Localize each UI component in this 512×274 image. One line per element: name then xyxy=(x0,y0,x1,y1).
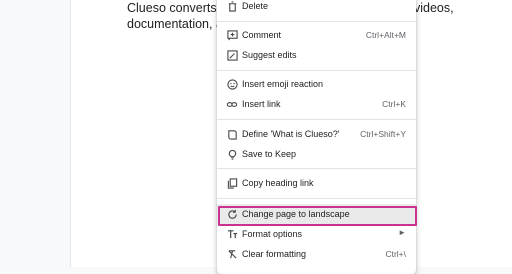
shortcut-label: Ctrl+Shift+Y xyxy=(360,129,406,139)
menu-item-define[interactable]: Define 'What is Clueso?' Ctrl+Shift+Y xyxy=(217,124,416,144)
clear-format-icon xyxy=(226,248,238,260)
menu-item-label: Delete xyxy=(242,1,269,11)
menu-item-label: Comment xyxy=(242,30,282,40)
shortcut-label: Ctrl+K xyxy=(382,99,406,109)
menu-item-save-to-keep[interactable]: Save to Keep xyxy=(217,144,416,164)
highlight-annotation xyxy=(218,206,417,226)
lightbulb-icon xyxy=(226,148,238,160)
link-icon xyxy=(226,98,238,110)
menu-separator xyxy=(217,198,416,199)
menu-item-copy-heading-link[interactable]: Copy heading link xyxy=(217,173,416,193)
menu-separator xyxy=(217,21,416,22)
shortcut-label: Ctrl+Alt+M xyxy=(365,30,406,40)
book-icon xyxy=(226,128,238,140)
menu-item-label: Insert link xyxy=(242,99,281,109)
menu-item-insert-link[interactable]: Insert link Ctrl+K xyxy=(217,94,416,114)
menu-item-comment[interactable]: Comment Ctrl+Alt+M xyxy=(217,25,416,45)
menu-item-format-options[interactable]: Format options ► xyxy=(217,224,416,244)
text-format-icon xyxy=(226,228,238,240)
submenu-arrow-icon: ► xyxy=(398,228,406,237)
menu-separator xyxy=(217,119,416,120)
menu-separator xyxy=(217,168,416,169)
shortcut-label: Ctrl+\ xyxy=(385,249,406,259)
copy-icon xyxy=(226,177,238,189)
menu-item-label: Clear formatting xyxy=(242,249,307,259)
menu-item-label: Suggest edits xyxy=(242,50,297,60)
menu-item-label: Define 'What is Clueso?' xyxy=(242,129,340,139)
menu-item-delete[interactable]: Delete xyxy=(217,0,416,16)
menu-item-label: Copy heading link xyxy=(242,178,314,188)
document-text-line1-end[interactable]: videos, xyxy=(414,0,454,16)
emoji-icon xyxy=(226,78,238,90)
menu-item-label: Format options xyxy=(242,229,303,239)
menu-item-suggest-edits[interactable]: Suggest edits xyxy=(217,45,416,65)
menu-item-insert-emoji[interactable]: Insert emoji reaction xyxy=(217,74,416,94)
context-menu: Delete Comment Ctrl+Alt+M Suggest edits … xyxy=(217,0,416,274)
menu-item-label: Save to Keep xyxy=(242,149,297,159)
suggest-edit-icon xyxy=(226,49,238,61)
menu-separator xyxy=(217,70,416,71)
trash-icon xyxy=(226,0,238,12)
menu-item-clear-formatting[interactable]: Clear formatting Ctrl+\ xyxy=(217,244,416,264)
menu-item-label: Insert emoji reaction xyxy=(242,79,324,89)
add-comment-icon xyxy=(226,29,238,41)
